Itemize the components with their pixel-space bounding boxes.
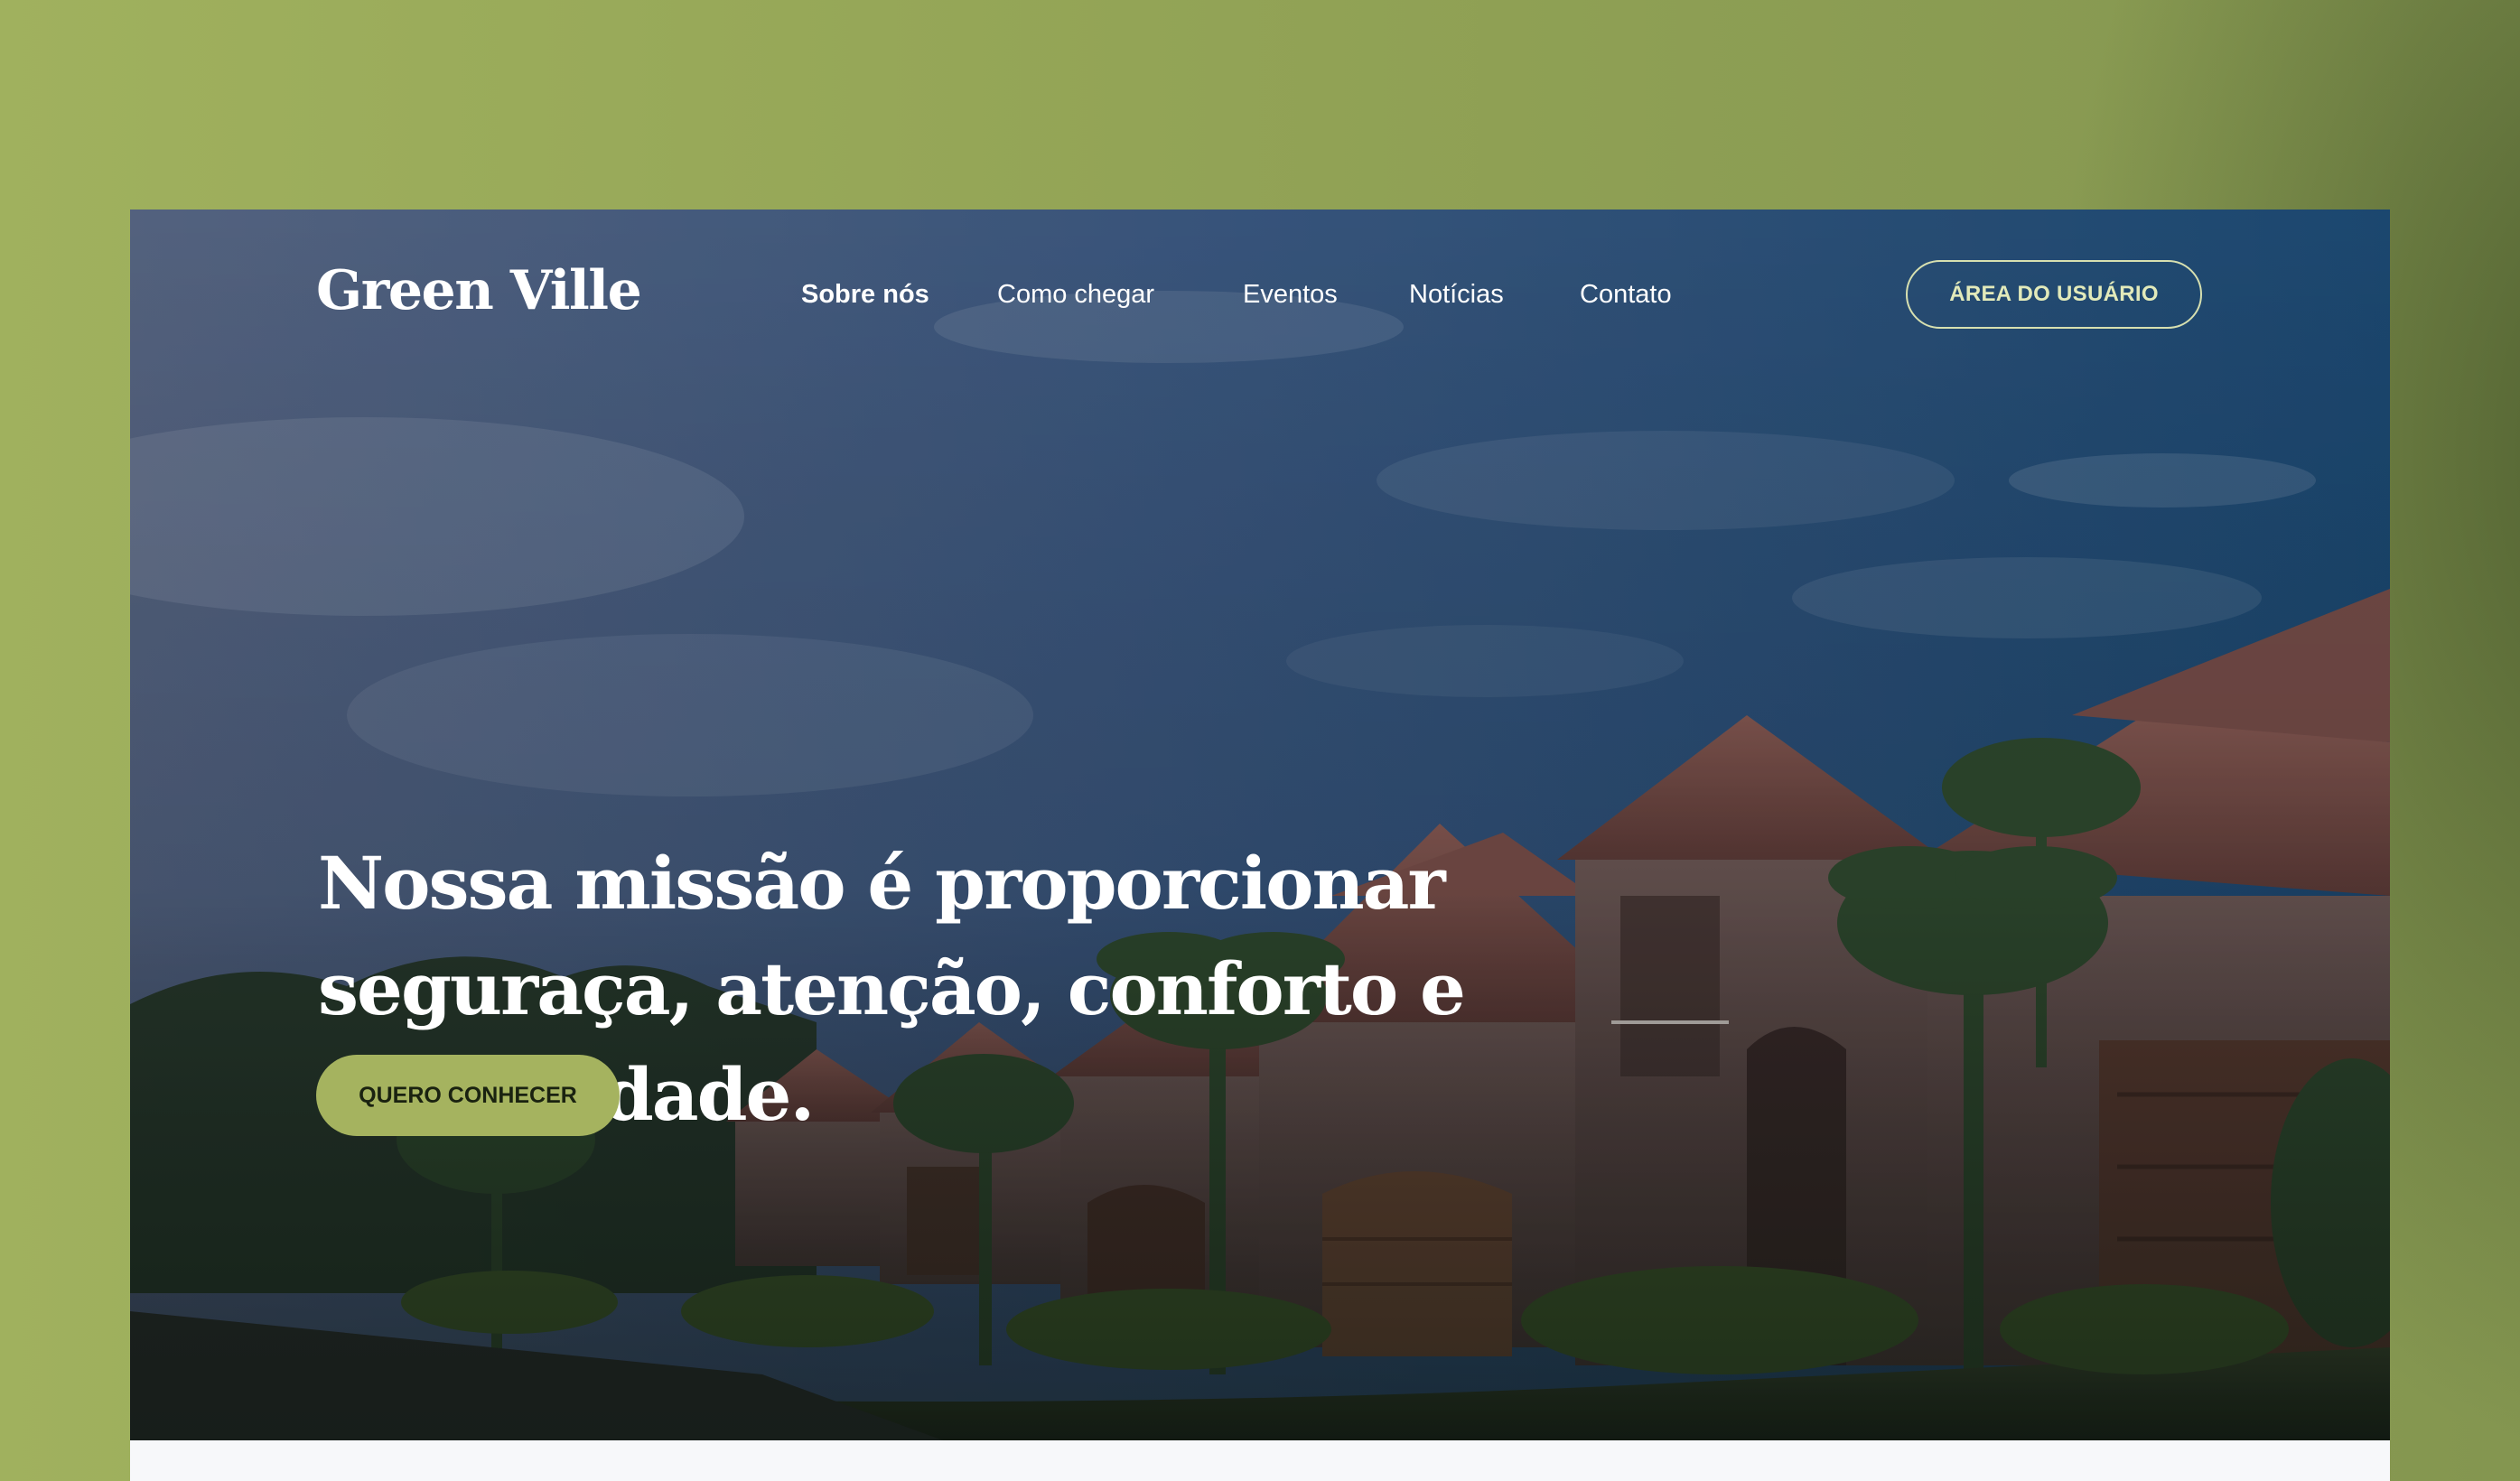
- nav-item-noticias[interactable]: Notícias: [1409, 280, 1504, 310]
- hero-section: Green Ville Sobre nós Como chegar Evento…: [130, 210, 2390, 1440]
- next-section-strip: [130, 1440, 2390, 1481]
- nav-item-como-chegar[interactable]: Como chegar: [997, 280, 1154, 310]
- nav-item-sobre-nos[interactable]: Sobre nós: [801, 280, 929, 310]
- hero-background-image: [130, 210, 2390, 1440]
- hero-headline-line: seguraça, atenção, conforto e: [318, 946, 1466, 1031]
- nav-item-eventos[interactable]: Eventos: [1243, 280, 1338, 310]
- brand-logo[interactable]: Green Ville: [316, 259, 642, 322]
- browser-frame: Green Ville Sobre nós Como chegar Evento…: [130, 210, 2390, 1481]
- cta-button[interactable]: QUERO CONHECER: [316, 1055, 620, 1136]
- hero-headline-line: Nossa missão é proporcionar: [318, 841, 1446, 926]
- nav-item-contato[interactable]: Contato: [1580, 280, 1672, 310]
- user-area-button[interactable]: ÁREA DO USUÁRIO: [1906, 260, 2202, 329]
